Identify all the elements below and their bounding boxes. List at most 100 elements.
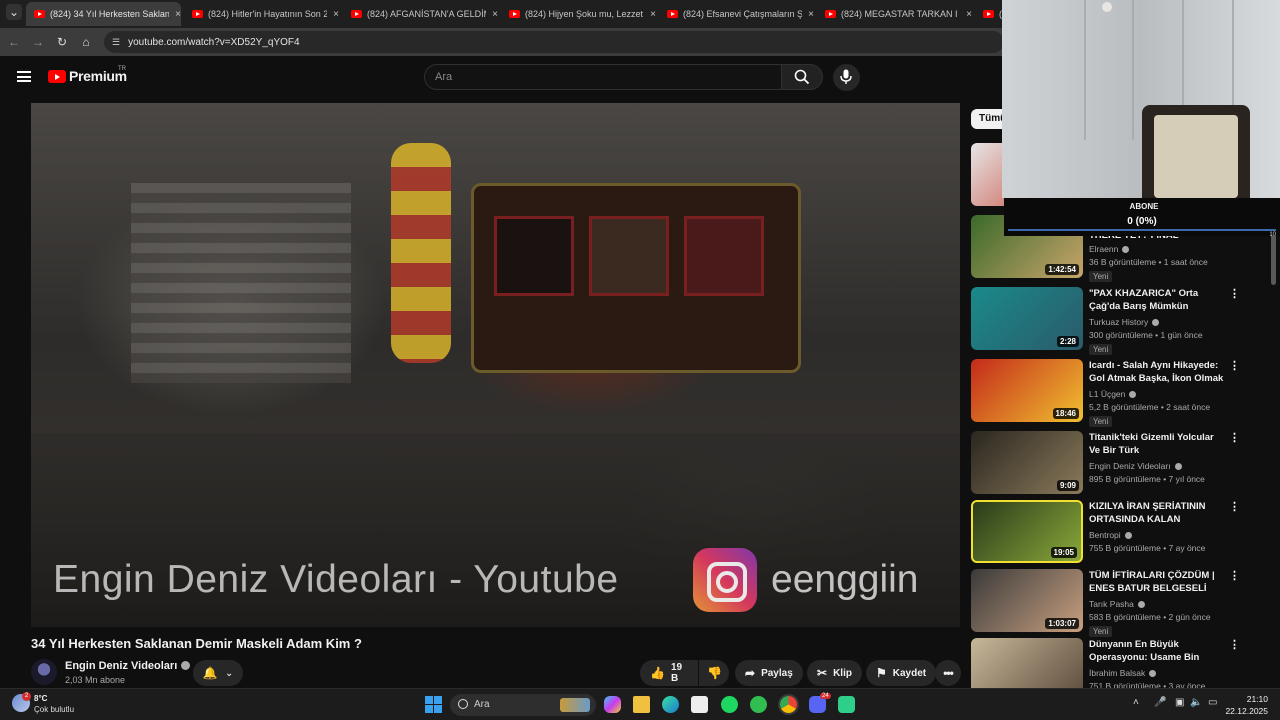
recommended-video[interactable]: 19:05 KIZILYA İRAN ŞERİATININ ORTASINDA K… <box>971 500 1271 565</box>
more-vertical-icon[interactable]: ⋮ <box>1229 638 1240 651</box>
video-thumbnail[interactable]: 18:46 <box>971 359 1083 422</box>
recommended-video-title[interactable]: Dünyanın En Büyük Operasyonu: Usame Bin … <box>1089 638 1224 664</box>
video-thumbnail[interactable]: 19:05 <box>971 500 1083 563</box>
share-button[interactable]: ➦ Paylaş <box>735 660 803 686</box>
video-thumbnail[interactable]: 1:03:07 <box>971 569 1083 632</box>
browser-tab[interactable]: (824) Hitler'in Hayatının Son 24 × <box>184 2 339 26</box>
back-icon[interactable]: ← <box>6 34 22 50</box>
file-explorer-icon[interactable] <box>633 696 650 713</box>
temperature[interactable]: 8°C <box>34 694 47 703</box>
dislike-button[interactable]: 👎 <box>699 660 729 686</box>
close-tab-icon[interactable]: × <box>650 9 656 20</box>
subscriber-goal-bar <box>1008 229 1276 231</box>
recommended-video-title[interactable]: Titanik'teki Gizemli Yolcular Ve Bir Tür… <box>1089 431 1224 457</box>
voice-search-button[interactable] <box>833 64 860 91</box>
recommended-channel[interactable]: İbrahim Balsak <box>1089 668 1157 678</box>
video-thumbnail[interactable]: 2:28 <box>971 287 1083 350</box>
tab-title: (824) Efsanevi Çatışmaların Şeh <box>683 9 803 19</box>
microsoft-store-icon[interactable] <box>691 696 708 713</box>
tab-title: (824) Hitler'in Hayatının Son 24 <box>208 9 328 19</box>
notification-bell-button[interactable]: 🔔 ⌄ <box>193 660 243 686</box>
search-input[interactable]: Ara <box>424 64 782 90</box>
like-button[interactable]: 👍 19 B <box>640 660 698 686</box>
more-vertical-icon[interactable]: ⋮ <box>1229 569 1240 582</box>
spotify-icon[interactable] <box>721 696 738 713</box>
weather-condition[interactable]: Çok bulutlu <box>34 705 74 714</box>
recommended-channel[interactable]: Tarık Pasha <box>1089 599 1145 609</box>
verified-icon <box>1124 532 1132 539</box>
verified-icon <box>181 661 191 670</box>
address-field[interactable]: ☰ youtube.com/watch?v=XD52Y_qYOF4 <box>104 31 1004 53</box>
recommended-video[interactable]: 9:09 Titanik'teki Gizemli Yolcular Ve Bir… <box>971 431 1271 496</box>
browser-tab[interactable]: (824) AFGANİSTAN'A GELDİM! × <box>343 2 498 26</box>
close-tab-icon[interactable]: × <box>175 9 181 20</box>
clip-button[interactable]: ✂ Klip <box>807 660 862 686</box>
edge-icon[interactable] <box>662 696 679 713</box>
recommended-video-title[interactable]: "PAX KHAZARICA" Orta Çağ'da Barış Mümkün… <box>1089 287 1224 313</box>
browser-tab[interactable]: (8 <box>975 2 1002 26</box>
youtube-logo-icon[interactable] <box>48 70 66 83</box>
recommended-stats: 755 B görüntüleme • 7 ay önce <box>1089 543 1206 553</box>
more-vertical-icon[interactable]: ⋮ <box>1229 359 1240 372</box>
instagram-handle: eenggiin <box>771 558 919 601</box>
more-vertical-icon[interactable]: ⋮ <box>1229 500 1240 513</box>
search-highlight-icon <box>560 698 590 712</box>
forward-icon[interactable]: → <box>30 34 46 50</box>
clock-date[interactable]: 22.12.2025 <box>1222 706 1268 716</box>
video-player[interactable]: Engin Deniz Videoları - Youtube eenggiin <box>31 103 960 627</box>
close-tab-icon[interactable]: × <box>333 9 339 20</box>
display-icon[interactable]: ▣ <box>1175 697 1184 708</box>
tab-title: (824) AFGANİSTAN'A GELDİM! <box>367 9 487 19</box>
recommended-channel[interactable]: Bentropi <box>1089 530 1132 540</box>
chrome-icon[interactable] <box>780 696 797 713</box>
channel-avatar[interactable] <box>31 659 57 685</box>
video-title: 34 Yıl Herkesten Saklanan Demir Maskeli … <box>31 636 362 651</box>
recommended-video-title[interactable]: TÜM İFTİRALARI ÇÖZDÜM | ENES BATUR BELGE… <box>1089 569 1224 595</box>
url-text: youtube.com/watch?v=XD52Y_qYOF4 <box>128 36 300 48</box>
browser-tab[interactable]: (824) 34 Yıl Herkesten Saklanan × <box>26 2 181 26</box>
channel-name: İbrahim Balsak <box>1089 668 1146 678</box>
close-tab-icon[interactable]: × <box>492 9 498 20</box>
home-icon[interactable]: ⌂ <box>78 34 94 50</box>
more-vertical-icon[interactable]: ⋮ <box>1229 287 1240 300</box>
channel-name-link[interactable]: Engin Deniz Videoları <box>65 660 191 672</box>
speaker-icon[interactable]: 🔈 <box>1190 697 1202 708</box>
search-button[interactable] <box>781 64 823 90</box>
copilot-icon[interactable] <box>604 696 621 713</box>
tab-list-dropdown-icon[interactable]: ⌄ <box>6 4 22 20</box>
site-info-icon[interactable]: ☰ <box>112 37 120 48</box>
recommended-channel[interactable]: Turkuaz History <box>1089 317 1160 327</box>
recommended-channel[interactable]: Engin Deniz Videoları <box>1089 461 1182 471</box>
video-duration: 19:05 <box>1050 547 1077 558</box>
battery-icon[interactable]: ▭ <box>1208 697 1217 708</box>
browser-tab[interactable]: (824) MEGASTAR TARKAN I Bö × <box>817 2 972 26</box>
clock-time[interactable]: 21:10 <box>1232 694 1268 704</box>
reload-icon[interactable]: ↻ <box>54 34 70 50</box>
search-icon <box>794 69 810 85</box>
more-vertical-icon[interactable]: ⋮ <box>1229 431 1240 444</box>
recommended-video[interactable]: 18:46 Icardı - Salah Aynı Hikayede: Gol A… <box>971 359 1271 427</box>
recommended-channel[interactable]: L1 Üçgen <box>1089 389 1137 399</box>
close-tab-icon[interactable]: × <box>966 9 972 20</box>
chevron-up-icon[interactable]: ˄ <box>1133 697 1139 708</box>
door-handle <box>1102 2 1112 12</box>
clip-label: Klip <box>833 667 852 679</box>
recommended-channel[interactable]: Elraenn <box>1089 244 1130 254</box>
thumbs-down-icon: 👎 <box>707 666 722 680</box>
save-button[interactable]: ⚑ Kaydet <box>866 660 937 686</box>
video-thumbnail[interactable]: 9:09 <box>971 431 1083 494</box>
start-button[interactable] <box>425 696 442 713</box>
recommended-video[interactable]: 2:28 "PAX KHAZARICA" Orta Çağ'da Barış Mü… <box>971 287 1271 355</box>
browser-tab[interactable]: (824) Hijyen Şoku mu, Lezzet P × <box>501 2 656 26</box>
recommended-video-title[interactable]: Icardı - Salah Aynı Hikayede: Gol Atmak … <box>1089 359 1224 385</box>
whatsapp-icon[interactable] <box>750 696 767 713</box>
microphone-tray-icon[interactable]: 🎤 <box>1154 697 1166 708</box>
browser-tab[interactable]: (824) Efsanevi Çatışmaların Şeh × <box>659 2 814 26</box>
more-actions-button[interactable]: ••• <box>935 660 961 686</box>
close-tab-icon[interactable]: × <box>808 9 814 20</box>
recommended-video-title[interactable]: KIZILYA İRAN ŞERİATININ ORTASINDA KALAN … <box>1089 500 1224 526</box>
recommended-video[interactable]: 1:03:07 TÜM İFTİRALARI ÇÖZDÜM | ENES BATU… <box>971 569 1271 637</box>
app-icon[interactable] <box>838 696 855 713</box>
menu-icon[interactable] <box>17 71 31 82</box>
new-badge: Yeni <box>1089 416 1113 427</box>
